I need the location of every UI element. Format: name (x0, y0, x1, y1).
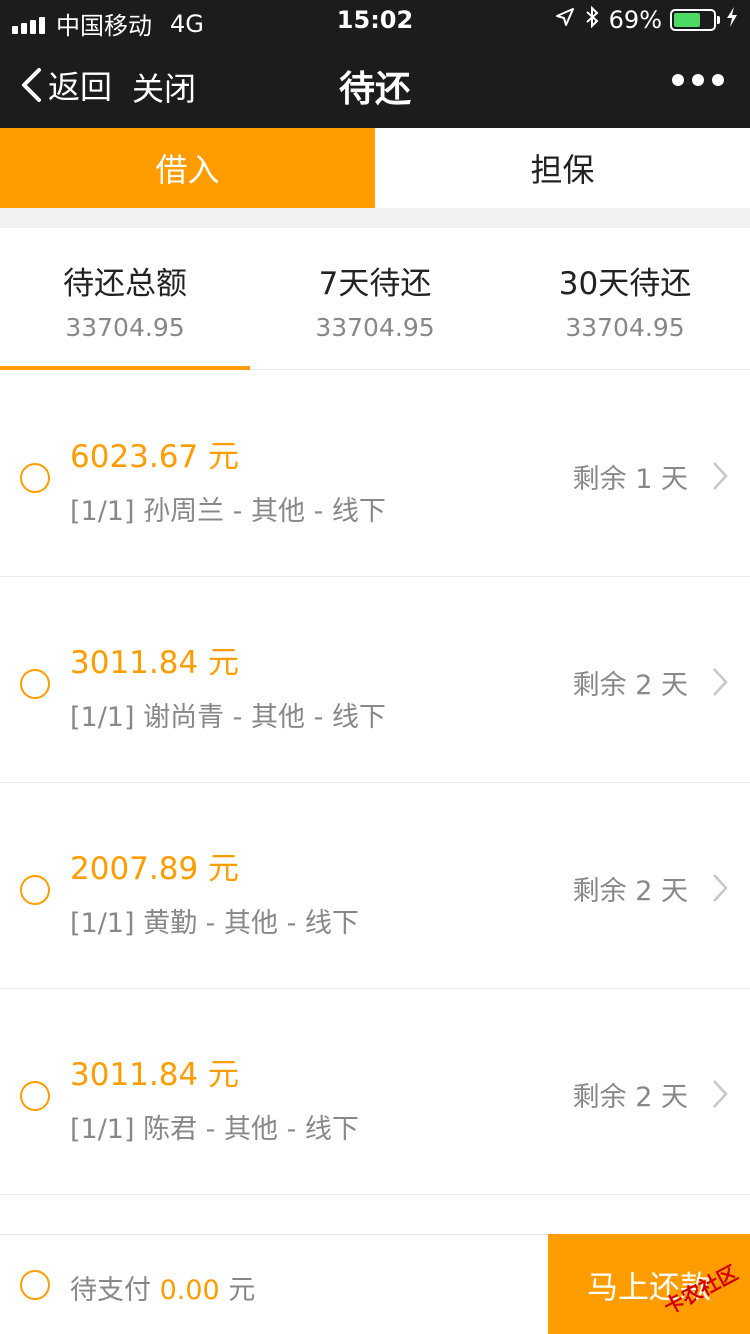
summary-tab-7days[interactable]: 7天待还 33704.95 (250, 228, 500, 369)
list-item[interactable]: 3011.84 元 [1/1] 陈君 - 其他 - 线下 剩余 2 天 (0, 989, 750, 1195)
item-amount: 2007.89 元 (70, 851, 240, 887)
battery-fill (674, 13, 701, 27)
item-remaining: 剩余 2 天 (572, 670, 688, 701)
bluetooth-icon (585, 5, 599, 34)
select-all-radio[interactable] (20, 1270, 50, 1300)
item-remaining: 剩余 1 天 (572, 464, 688, 495)
chevron-right-icon (713, 668, 728, 696)
repay-now-button[interactable]: 马上还款 卡农社区 (548, 1234, 750, 1334)
select-radio[interactable] (20, 463, 50, 493)
item-amount: 3011.84 元 (70, 645, 240, 681)
pending-payment: 待支付 0.00 元 (70, 1268, 255, 1307)
summary-tabs: 待还总额 33704.95 7天待还 33704.95 30天待还 33704.… (0, 228, 750, 370)
charging-icon (726, 6, 738, 34)
summary-label: 7天待还 (318, 266, 432, 302)
item-amount: 6023.67 元 (70, 439, 240, 475)
list-item[interactable]: 2007.89 元 [1/1] 黄勤 - 其他 - 线下 剩余 2 天 (0, 783, 750, 989)
tab-guarantee[interactable]: 担保 (375, 128, 750, 208)
page-title: 待还 (338, 69, 411, 110)
chevron-right-icon (713, 1080, 728, 1108)
status-bar: 中国移动 4G 15:02 69% (0, 0, 750, 40)
item-description: [1/1] 孙周兰 - 其他 - 线下 (70, 496, 386, 527)
section-divider (0, 208, 750, 228)
select-radio[interactable] (20, 875, 50, 905)
select-radio[interactable] (20, 1081, 50, 1111)
list-item[interactable]: 3011.84 元 [1/1] 谢尚青 - 其他 - 线下 剩余 2 天 (0, 577, 750, 783)
battery-percent: 69% (608, 6, 662, 34)
summary-value: 33704.95 (65, 313, 185, 342)
nav-bar: 返回 关闭 待还 (0, 40, 750, 128)
item-description: [1/1] 谢尚青 - 其他 - 线下 (70, 702, 386, 733)
item-remaining: 剩余 2 天 (572, 876, 688, 907)
location-icon (555, 7, 575, 33)
pending-amount: 0.00 (159, 1275, 220, 1306)
status-right: 69% (555, 5, 738, 34)
repayment-list: 6023.67 元 [1/1] 孙周兰 - 其他 - 线下 剩余 1 天 301… (0, 371, 750, 1195)
chevron-right-icon (713, 874, 728, 902)
battery-icon (670, 9, 720, 31)
list-item[interactable]: 6023.67 元 [1/1] 孙周兰 - 其他 - 线下 剩余 1 天 (0, 371, 750, 577)
summary-tab-30days[interactable]: 30天待还 33704.95 (500, 228, 750, 369)
item-remaining: 剩余 2 天 (572, 1082, 688, 1113)
footer-bar: 待支付 0.00 元 马上还款 卡农社区 (0, 1234, 750, 1334)
item-description: [1/1] 黄勤 - 其他 - 线下 (70, 908, 359, 939)
summary-value: 33704.95 (315, 313, 435, 342)
summary-tab-total[interactable]: 待还总额 33704.95 (0, 228, 250, 370)
chevron-right-icon (713, 462, 728, 490)
segment-tabs: 借入 担保 (0, 128, 750, 208)
active-tab-indicator (0, 366, 250, 370)
summary-label: 待还总额 (63, 266, 187, 302)
tab-borrow[interactable]: 借入 (0, 128, 375, 208)
select-radio[interactable] (20, 669, 50, 699)
summary-label: 30天待还 (558, 266, 692, 302)
summary-value: 33704.95 (565, 313, 685, 342)
pending-label: 待支付 (70, 1275, 151, 1306)
item-description: [1/1] 陈君 - 其他 - 线下 (70, 1114, 359, 1145)
more-icon[interactable] (664, 74, 724, 86)
item-amount: 3011.84 元 (70, 1057, 240, 1093)
screen: 中国移动 4G 15:02 69% 返回 关闭 待还 借入 担保 待还总额 33… (0, 0, 750, 1334)
pending-unit: 元 (228, 1275, 256, 1306)
